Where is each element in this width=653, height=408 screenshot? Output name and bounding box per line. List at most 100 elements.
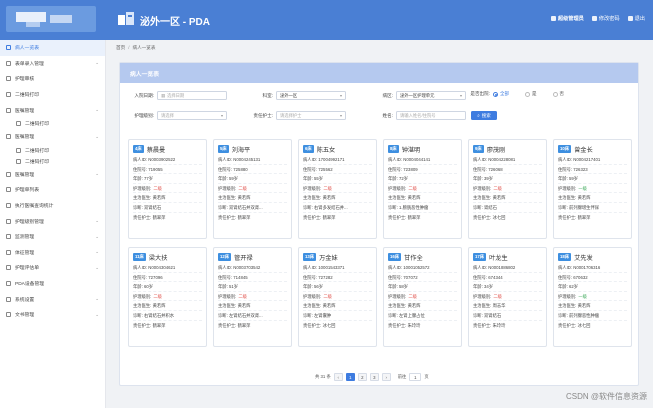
patient-card[interactable]: 5床 刘海平 病人ID: N0004245131 住院号: 725880 年龄: 59岁… (213, 139, 292, 239)
patient-card[interactable]: 12床 管开禄 病人ID: N0003703542 住院号: 714845 年龄: 51… (213, 247, 292, 347)
sidebar-item-label: 体征管理 (15, 250, 35, 256)
bed-badge: 17床 (473, 253, 487, 261)
patient-name: 蔡晨曼 (146, 146, 166, 154)
user-menu[interactable]: 超级管理员 (550, 15, 584, 22)
patient-age: 年龄: 34岁 (473, 282, 542, 292)
ward-select[interactable]: 泌外一区 ▾ (276, 91, 346, 100)
sidebar-item[interactable]: PDA设备管理 (0, 276, 105, 292)
care-level-value: 二级 (153, 293, 162, 299)
name-input[interactable]: 请输入姓名/住院号 (396, 111, 466, 120)
radio-dot-icon (493, 91, 498, 97)
sidebar-item[interactable]: 护理级别管理 ⌄ (0, 213, 105, 229)
page-number-button[interactable]: 1 (345, 373, 355, 381)
patient-card[interactable]: 4床 蔡晨曼 病人ID: N0003902522 住院号: 719055 年龄: 77岁… (128, 139, 207, 239)
sidebar-item[interactable]: 监测管理 ⌄ (0, 229, 105, 245)
sidebar-item[interactable]: 病人一览表 (0, 40, 105, 56)
patient-age: 年龄: 55岁 (303, 174, 372, 184)
patient-card[interactable]: 9床 廖茂刚 病人ID: N0004228081 住院号: 726068 年龄: 39岁… (468, 139, 547, 239)
sidebar-item[interactable]: 表单录入管理 ⌄ (0, 56, 105, 72)
page-number-button[interactable]: 3 (369, 373, 379, 381)
sidebar-item[interactable]: 系统设置 ⌄ (0, 291, 105, 307)
care-level-select[interactable]: 请选择 ▾ (157, 111, 227, 120)
care-level-line: 护理级别: 二级 (133, 292, 202, 302)
menu-item-icon (6, 60, 11, 66)
menu-item-icon (6, 203, 11, 209)
care-level-value: 二级 (493, 293, 502, 299)
sidebar-item[interactable]: 护理审核 (0, 71, 105, 87)
breadcrumb-home[interactable]: 首页 (116, 45, 125, 51)
goto-page-input[interactable]: 1 (409, 373, 422, 381)
sidebar-item[interactable]: 二维码打印 (0, 156, 105, 167)
nurse-select[interactable]: 请选择护士 ▾ (276, 111, 346, 120)
patient-name: 万金妹 (319, 254, 338, 262)
search-button[interactable]: ⌕ 搜索 (471, 111, 497, 120)
sidebar-item[interactable]: 医嘱管理 ⌄ (0, 102, 105, 118)
patient-nurse: 责任护士: 冰七回 (473, 214, 506, 220)
chevron-down-icon: ▾ (339, 113, 342, 118)
sidebar-item[interactable]: 护理评估单 ⌄ (0, 260, 105, 276)
page-number-button[interactable]: 2 (357, 373, 367, 381)
patient-card[interactable]: 18床 艾先发 病人ID: N0001706316 住院号: 670632 年龄: 62… (553, 247, 632, 347)
sidebar-item[interactable]: 护理单列表 (0, 182, 105, 198)
patient-card-header: 5床 刘海平 (218, 144, 287, 154)
patient-card[interactable]: 8床 钟湛明 病人ID: N0004044141 住院号: 723809 年龄: 72岁… (383, 139, 462, 239)
sidebar-item-label: 执行医嘱查询统计 (15, 204, 54, 210)
patient-diagnosis: 诊断: 左肾囊肿 (303, 311, 372, 321)
sidebar-item[interactable]: 医嘱管理 ⌄ (0, 167, 105, 183)
patient-card[interactable]: 11床 梁大扶 病人ID: N0004304621 住院号: 727096 年龄: 60… (128, 247, 207, 347)
patient-card[interactable]: 16床 甘作全 病人ID: 10001052572 住院号: 707072 年龄: 58… (383, 247, 462, 347)
bed-badge: 18床 (558, 253, 572, 261)
nurse-unit-select[interactable]: 泌外一区护理单元 ▾ (396, 91, 466, 100)
patient-id: 病人ID: N0004044141 (388, 155, 457, 165)
patient-nurse: 责任护士: 冰七回 (303, 322, 336, 328)
patient-card[interactable]: 17床 叶龙生 病人ID: N0001886802 住院号: 674344 年龄: 34… (468, 247, 547, 347)
menu-item-icon (6, 249, 11, 255)
patient-doctor: 主治医生: 黄若辉 (218, 301, 287, 311)
next-page-button[interactable]: › (381, 373, 391, 381)
menu-item-icon (6, 187, 11, 193)
care-level-value: 二级 (408, 293, 417, 299)
sidebar-item[interactable]: 二维码打印 (0, 87, 105, 103)
care-level-line: 护理级别: 二级 (133, 184, 202, 194)
logo (6, 6, 96, 32)
radio-yes[interactable]: 是 (525, 91, 537, 97)
radio-all-label: 全部 (500, 91, 509, 96)
prev-page-button[interactable]: ‹ (333, 373, 343, 381)
menu-item-icon (6, 312, 11, 318)
patient-card-header: 9床 廖茂刚 (473, 144, 542, 154)
patient-inpatient: 住院号: 719055 (133, 165, 202, 175)
chevron-down-icon: ▾ (339, 93, 342, 98)
patient-doctor: 主治医生: 黄若辉 (388, 301, 457, 311)
patient-id: 病人ID: N0001886802 (473, 263, 542, 273)
patient-card[interactable]: 13床 万金妹 病人ID: 10001543371 住院号: 727282 年龄: 56… (298, 247, 377, 347)
sidebar-item-label: 护理级别管理 (15, 219, 44, 225)
care-level-placeholder: 请选择 (161, 112, 174, 118)
chevron-down-icon: ⌄ (95, 107, 99, 113)
sidebar-item[interactable]: 二维码打印 (0, 145, 105, 156)
patient-card[interactable]: 10床 曾金长 病人ID: N0004217401 住院号: 726323 年龄: 59… (553, 139, 632, 239)
ward-value: 泌外一区 (280, 92, 298, 98)
name-placeholder: 请输入姓名/住院号 (400, 112, 436, 118)
patient-age: 年龄: 58岁 (388, 282, 457, 292)
bed-badge: 6床 (303, 145, 314, 153)
radio-all[interactable]: 全部 (493, 91, 509, 97)
sidebar-item[interactable]: 二维码打印 (0, 118, 105, 129)
patient-nurse: 责任护士: 鹤翠萍 (303, 214, 336, 220)
logout-link[interactable]: 退出 (627, 15, 645, 22)
radio-no[interactable]: 否 (552, 91, 564, 97)
sidebar-item[interactable]: 体征管理 ⌄ (0, 245, 105, 261)
change-password-link[interactable]: 修改密码 (591, 15, 620, 22)
change-password-label: 修改密码 (598, 16, 620, 22)
patient-id: 病人ID: N0004304621 (133, 263, 202, 273)
patient-card[interactable]: 6床 陈五女 病人ID: 17004992171 住院号: 725562 年龄: 55岁… (298, 139, 377, 239)
care-level-line: 护理级别: 二级 (388, 292, 457, 302)
menu-item-icon (6, 296, 11, 302)
sidebar-item[interactable]: 执行医嘱查询统计 (0, 198, 105, 214)
sidebar-item-label: 监测管理 (15, 235, 35, 241)
patient-id: 病人ID: 17004992171 (303, 155, 372, 165)
admission-date-input[interactable]: ▦ 选择日期 (157, 91, 227, 100)
radio-yes-label: 是 (532, 91, 537, 96)
sidebar-item[interactable]: 文书管理 ⌄ (0, 307, 105, 323)
patient-card-header: 17床 叶龙生 (473, 252, 542, 262)
sidebar-item[interactable]: 医嘱管理 ⌄ (0, 129, 105, 145)
